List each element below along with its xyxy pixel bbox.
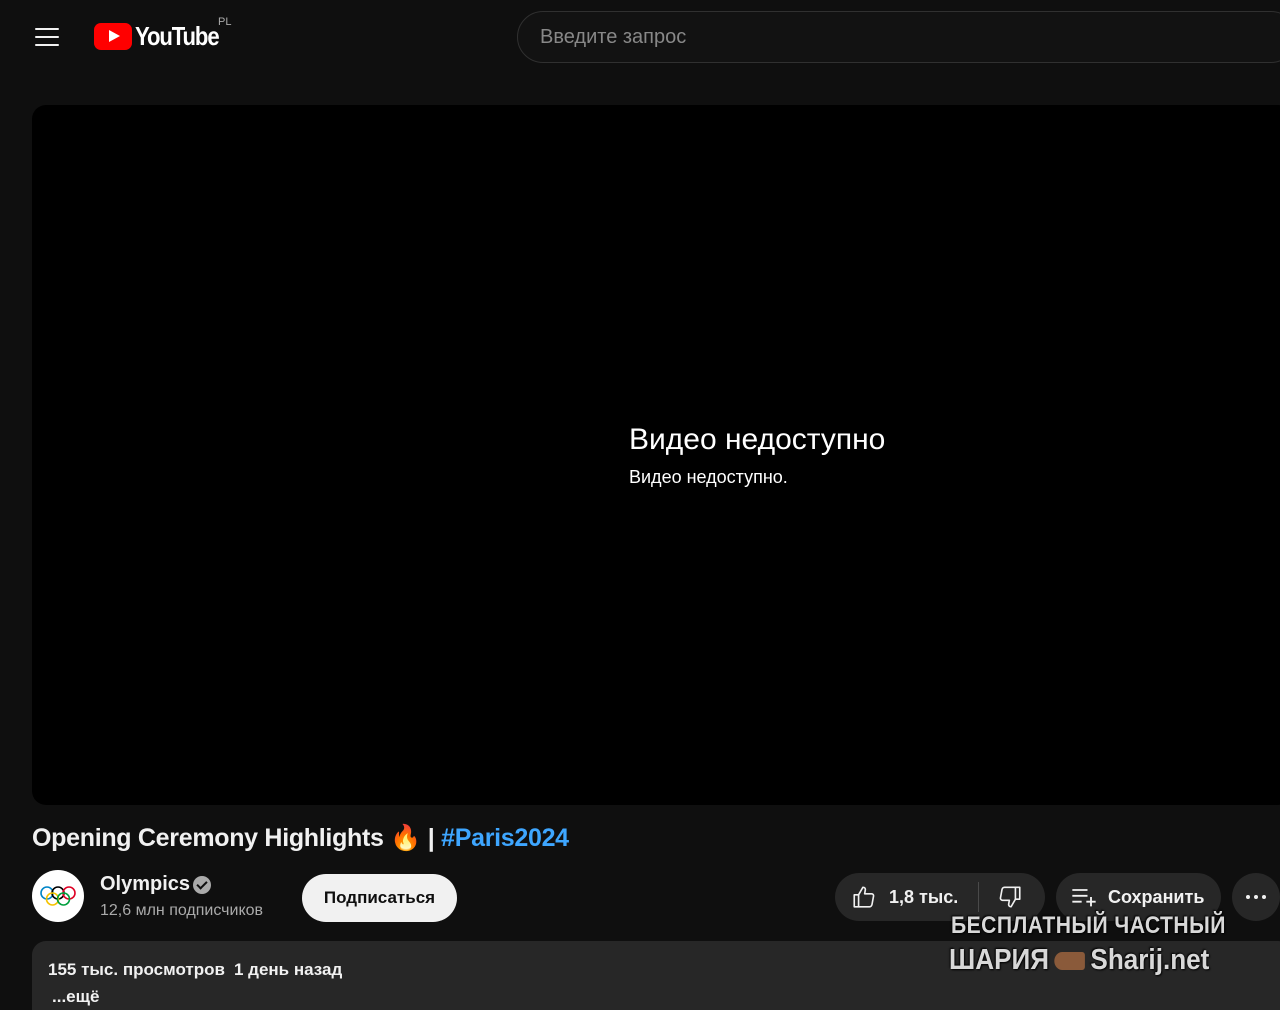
hashtag-link[interactable]: #Paris2024 xyxy=(441,824,569,852)
channel-name[interactable]: Olympics xyxy=(100,873,190,896)
save-button[interactable]: Сохранить xyxy=(1056,873,1221,921)
channel-avatar[interactable] xyxy=(32,870,84,922)
search-input[interactable] xyxy=(540,25,1280,49)
like-dislike-group: 1,8 тыс. xyxy=(835,873,1045,921)
more-dots-icon xyxy=(1246,895,1250,899)
upload-date: 1 день назад xyxy=(233,960,343,979)
subscribe-button[interactable]: Подписаться xyxy=(302,874,457,922)
menu-icon[interactable] xyxy=(27,18,67,58)
description-meta: 155 тыс. просмотров 1 день назад xyxy=(48,960,342,980)
olympic-rings-icon xyxy=(40,886,76,906)
player-error-subtitle: Видео недоступно. xyxy=(629,467,788,487)
youtube-play-icon xyxy=(94,22,132,50)
show-more-link[interactable]: ...ещё xyxy=(52,987,99,1007)
playlist-add-icon xyxy=(1072,889,1096,907)
more-actions-button[interactable] xyxy=(1232,873,1280,921)
description-box[interactable]: 155 тыс. просмотров 1 день назад ...ещё xyxy=(32,941,1280,1010)
search-box[interactable] xyxy=(517,11,1280,63)
thumbs-down-icon xyxy=(999,886,1021,908)
video-title-text: Opening Ceremony Highlights 🔥 | xyxy=(32,824,442,852)
thumbs-up-icon xyxy=(853,886,875,908)
like-count: 1,8 тыс. xyxy=(889,886,959,907)
video-player[interactable]: Видео недоступно Видео недоступно. xyxy=(32,105,1280,805)
save-label: Сохранить xyxy=(1108,886,1205,907)
view-count: 155 тыс. просмотров xyxy=(48,960,225,979)
video-title: Opening Ceremony Highlights 🔥 | #Paris20… xyxy=(32,824,569,853)
player-error-title: Видео недоступно xyxy=(629,423,886,456)
logo-text: YouTube xyxy=(135,20,220,51)
dislike-button[interactable] xyxy=(979,873,1023,921)
subscriber-count: 12,6 млн подписчиков xyxy=(100,902,264,919)
youtube-logo[interactable]: YouTube PL xyxy=(94,14,233,58)
like-button[interactable]: 1,8 тыс. xyxy=(835,873,978,921)
verified-icon xyxy=(193,876,211,894)
country-code: PL xyxy=(218,16,232,28)
